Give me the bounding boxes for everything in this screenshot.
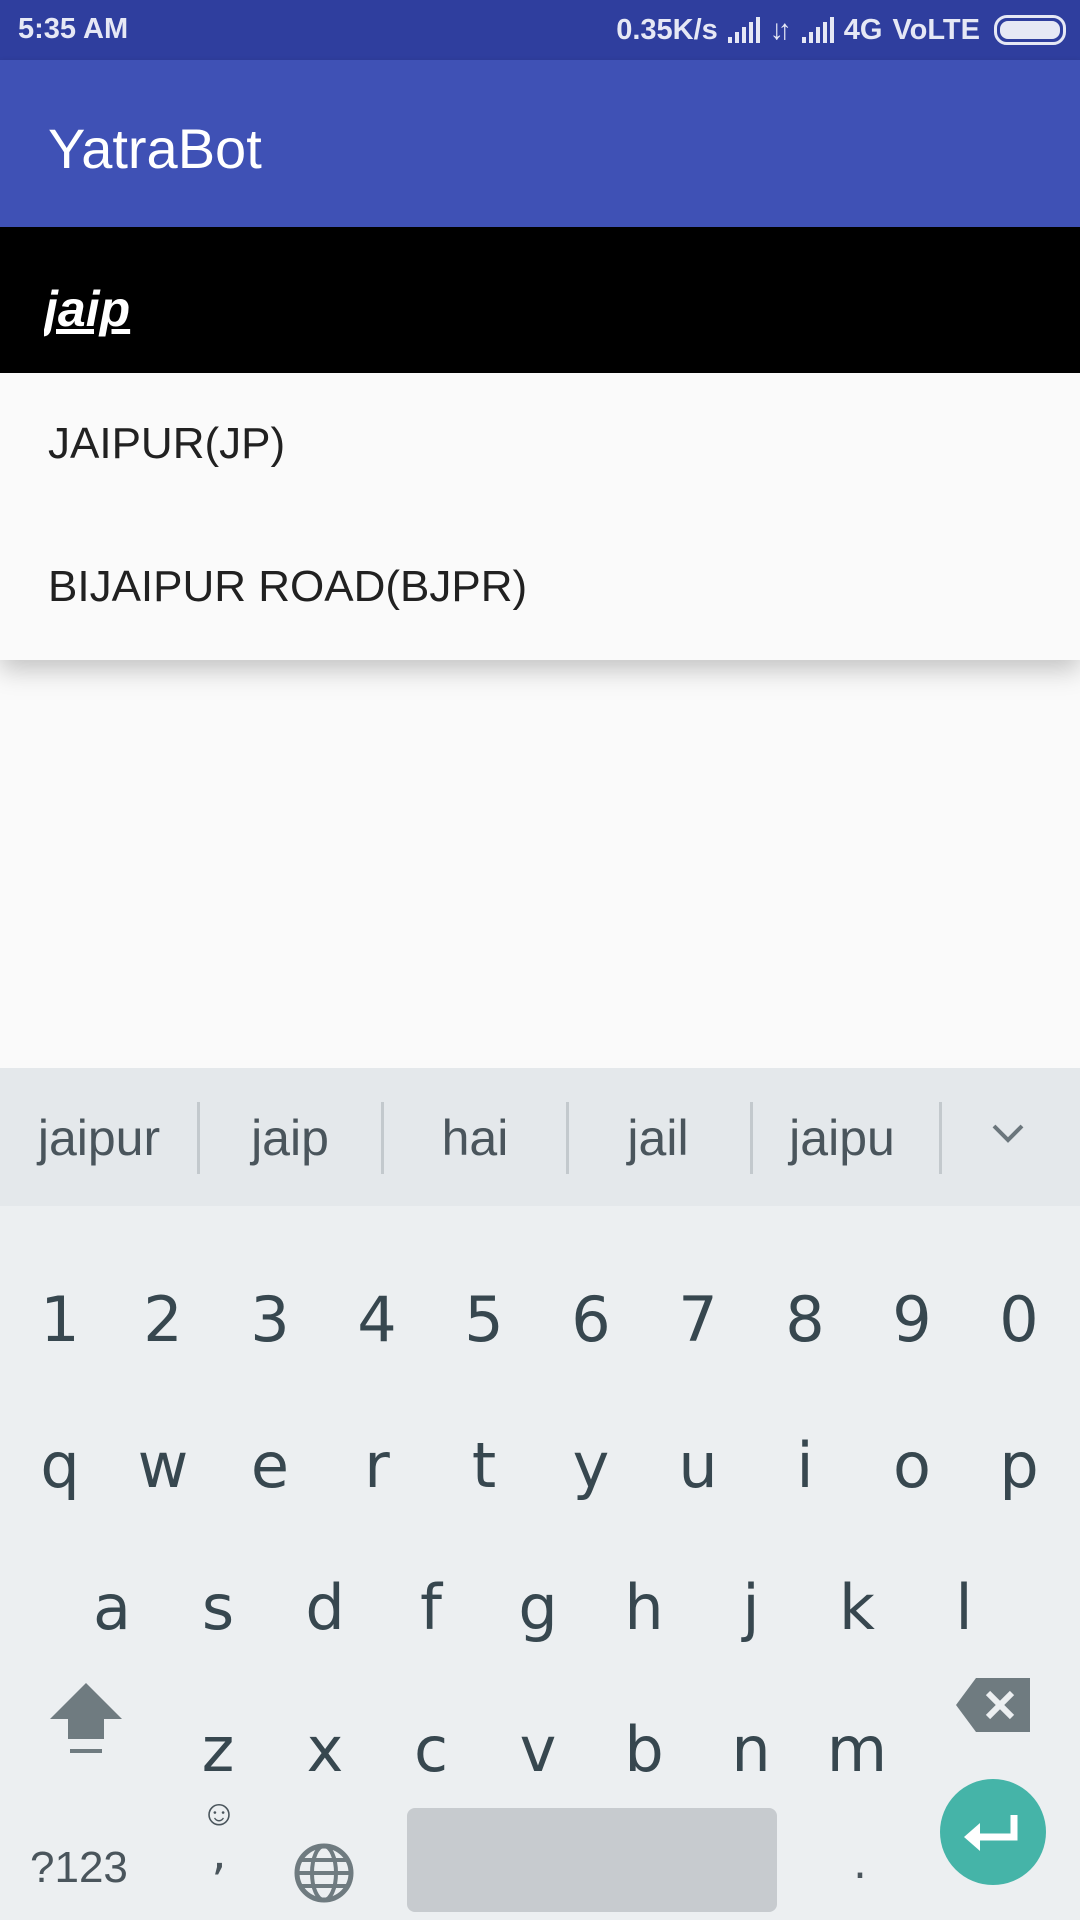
word-suggestion[interactable]: jail bbox=[578, 1108, 738, 1168]
emoji-key[interactable]: ☺ , bbox=[196, 1793, 242, 1881]
key[interactable]: 5 bbox=[434, 1270, 534, 1370]
key[interactable]: s bbox=[168, 1558, 268, 1658]
key[interactable]: 7 bbox=[648, 1270, 748, 1370]
key[interactable]: 8 bbox=[755, 1270, 855, 1370]
backspace-icon[interactable] bbox=[956, 1678, 1030, 1732]
key[interactable]: z bbox=[168, 1700, 268, 1800]
word-suggestion[interactable]: hai bbox=[395, 1108, 555, 1168]
key[interactable]: 6 bbox=[541, 1270, 641, 1370]
autocomplete-dropdown: JAIPUR(JP) BIJAIPUR ROAD(BJPR) bbox=[0, 373, 1080, 660]
key[interactable]: m bbox=[807, 1700, 907, 1800]
suggestion-label: JAIPUR(JP) bbox=[48, 419, 286, 468]
comma-key-label: , bbox=[211, 1825, 227, 1881]
key[interactable]: k bbox=[807, 1558, 907, 1658]
word-suggestion-strip: jaipur jaip hai jail jaipu bbox=[0, 1068, 1080, 1206]
suggestion-divider bbox=[197, 1102, 200, 1174]
chevron-down-icon[interactable] bbox=[988, 1114, 1028, 1154]
key[interactable]: g bbox=[488, 1558, 588, 1658]
key[interactable]: o bbox=[862, 1416, 962, 1516]
key[interactable]: v bbox=[488, 1700, 588, 1800]
key[interactable]: 4 bbox=[327, 1270, 427, 1370]
net-speed: 0.35K/s bbox=[616, 13, 718, 46]
signal-strength-icon bbox=[727, 17, 760, 43]
key[interactable]: b bbox=[594, 1700, 694, 1800]
status-time: 5:35 AM bbox=[18, 13, 129, 45]
key[interactable]: e bbox=[220, 1416, 320, 1516]
status-indicators: 0.35K/s ↓↑ 4G VoLTE bbox=[616, 10, 1066, 50]
key[interactable]: r bbox=[327, 1416, 427, 1516]
key[interactable]: a bbox=[62, 1558, 162, 1658]
key[interactable]: w bbox=[113, 1416, 213, 1516]
soft-keyboard: jaipur jaip hai jail jaipu 1234567890 qw… bbox=[0, 1068, 1080, 1920]
app-title: YatraBot bbox=[48, 117, 262, 180]
suggestion-divider bbox=[381, 1102, 384, 1174]
key[interactable]: t bbox=[434, 1416, 534, 1516]
volte-indicator: VoLTE bbox=[892, 13, 980, 46]
enter-arrow-icon bbox=[964, 1815, 1018, 1851]
key[interactable]: 9 bbox=[862, 1270, 962, 1370]
status-bar: 5:35 AM 0.35K/s ↓↑ 4G VoLTE bbox=[0, 0, 1080, 60]
period-key[interactable]: . bbox=[830, 1838, 890, 1889]
key[interactable]: n bbox=[701, 1700, 801, 1800]
key[interactable]: c bbox=[381, 1700, 481, 1800]
suggestion-divider bbox=[750, 1102, 753, 1174]
globe-icon[interactable] bbox=[292, 1841, 356, 1905]
word-suggestion[interactable]: jaipu bbox=[762, 1108, 922, 1168]
key[interactable]: h bbox=[594, 1558, 694, 1658]
key[interactable]: f bbox=[381, 1558, 481, 1658]
key[interactable]: 2 bbox=[113, 1270, 213, 1370]
network-type: 4G bbox=[843, 13, 883, 46]
app-bar: YatraBot bbox=[0, 60, 1080, 227]
key[interactable]: 0 bbox=[969, 1270, 1069, 1370]
symbols-key[interactable]: ?123 bbox=[30, 1838, 128, 1898]
key[interactable]: 3 bbox=[220, 1270, 320, 1370]
station-search-input[interactable] bbox=[44, 279, 1024, 339]
suggestion-divider bbox=[939, 1102, 942, 1174]
suggestion-divider bbox=[566, 1102, 569, 1174]
key[interactable]: p bbox=[969, 1416, 1069, 1516]
key[interactable]: y bbox=[541, 1416, 641, 1516]
key[interactable]: q bbox=[10, 1416, 110, 1516]
key[interactable]: u bbox=[648, 1416, 748, 1516]
data-activity-icon: ↓↑ bbox=[769, 14, 792, 45]
key[interactable]: d bbox=[275, 1558, 375, 1658]
key[interactable]: j bbox=[701, 1558, 801, 1658]
suggestion-item[interactable]: JAIPUR(JP) bbox=[0, 373, 1080, 516]
screen: 5:35 AM 0.35K/s ↓↑ 4G VoLTE YatraBot JAI… bbox=[0, 0, 1080, 1920]
key[interactable]: 1 bbox=[10, 1270, 110, 1370]
enter-button[interactable] bbox=[940, 1779, 1046, 1885]
space-bar[interactable] bbox=[407, 1808, 777, 1912]
key[interactable]: i bbox=[755, 1416, 855, 1516]
word-suggestion[interactable]: jaip bbox=[210, 1108, 370, 1168]
suggestion-item[interactable]: BIJAIPUR ROAD(BJPR) bbox=[0, 516, 1080, 659]
station-search-area bbox=[0, 227, 1080, 373]
shift-arrow-icon[interactable] bbox=[46, 1673, 126, 1753]
key[interactable]: x bbox=[275, 1700, 375, 1800]
signal-strength-icon-2 bbox=[801, 17, 834, 43]
word-suggestion[interactable]: jaipur bbox=[14, 1108, 184, 1168]
battery-icon bbox=[994, 15, 1066, 45]
suggestion-label: BIJAIPUR ROAD(BJPR) bbox=[48, 562, 528, 611]
key[interactable]: l bbox=[914, 1558, 1014, 1658]
